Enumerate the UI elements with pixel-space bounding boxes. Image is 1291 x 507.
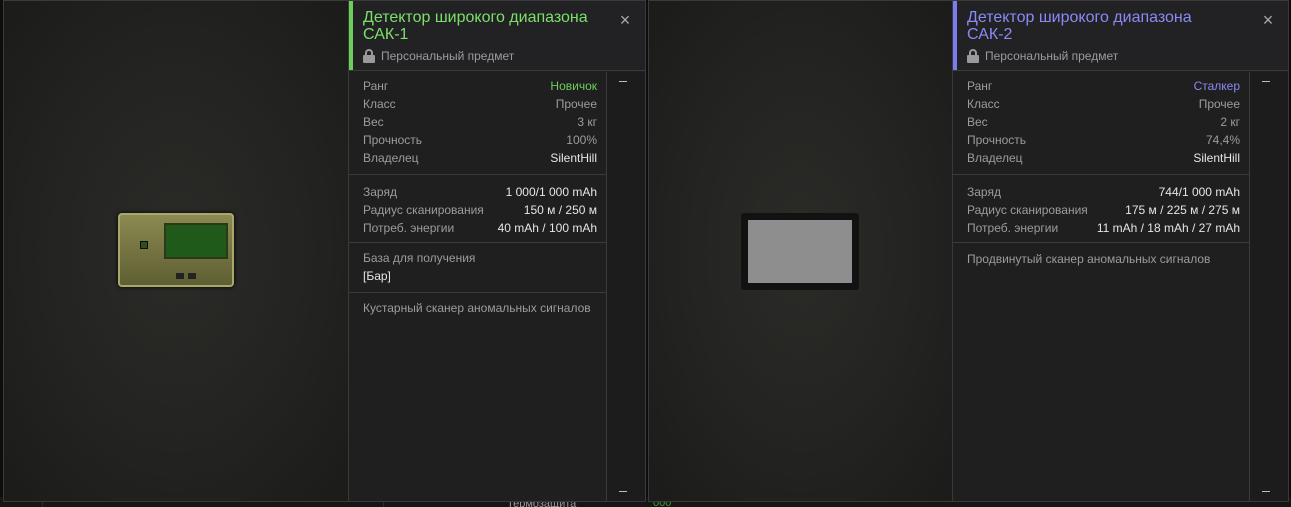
scroll-up-icon[interactable] <box>1262 81 1270 82</box>
param-row-scan-radius: Радиус сканирования 175 м / 225 м / 275 м <box>967 203 1240 217</box>
stat-row-weight: Вес 2 кг <box>967 115 1240 129</box>
scroll-up-icon[interactable] <box>619 81 627 82</box>
param-row-charge: Заряд 1 000/1 000 mAh <box>363 185 597 199</box>
param-row-charge: Заряд 744/1 000 mAh <box>967 185 1240 199</box>
stat-row-owner: Владелец SilentHill <box>967 151 1240 165</box>
detector-image <box>118 213 234 287</box>
scrollbar[interactable] <box>606 72 645 501</box>
item-details-panel: Детектор широкого диапазона САК-1 × Перс… <box>348 1 645 501</box>
param-row-energy: Потреб. энергии 40 mAh / 100 mAh <box>363 221 597 235</box>
item-title: Детектор широкого диапазона САК-1 <box>363 9 588 43</box>
close-icon[interactable]: × <box>1261 11 1275 29</box>
stat-row-weight: Вес 3 кг <box>363 115 597 129</box>
lock-icon <box>967 49 979 63</box>
item-header: Детектор широкого диапазона САК-1 × Перс… <box>349 1 645 71</box>
item-preview <box>649 1 952 501</box>
item-title: Детектор широкого диапазона САК-2 <box>967 9 1192 43</box>
base-section: База для получения [Бар] <box>349 243 607 293</box>
scroll-down-icon[interactable] <box>619 491 627 492</box>
stat-row-class: Класс Прочее <box>967 97 1240 111</box>
personal-item-tag: Персональный предмет <box>363 49 514 63</box>
stat-row-owner: Владелец SilentHill <box>363 151 597 165</box>
param-row-energy: Потреб. энергии 11 mAh / 18 mAh / 27 mAh <box>967 221 1240 235</box>
detector-image <box>741 213 859 290</box>
personal-item-tag: Персональный предмет <box>967 49 1118 63</box>
stat-row-class: Класс Прочее <box>363 97 597 111</box>
item-info-window-sak1: Детектор широкого диапазона САК-1 × Перс… <box>3 0 646 502</box>
lock-icon <box>363 49 375 63</box>
close-icon[interactable]: × <box>618 11 632 29</box>
rank-accent-bar <box>953 1 957 70</box>
stats-section: Ранг Новичок Класс Прочее Вес 3 кг Прочност… <box>349 72 607 175</box>
stat-row-rank: Ранг Новичок <box>363 79 597 93</box>
stat-row-rank: Ранг Сталкер <box>967 79 1240 93</box>
item-info-window-sak2: Детектор широкого диапазона САК-2 × Перс… <box>648 0 1289 502</box>
item-stats: Ранг Сталкер Класс Прочее Вес 2 кг Прочност… <box>953 72 1251 501</box>
item-preview <box>4 1 348 501</box>
stat-row-durability: Прочность 74,4% <box>967 133 1240 147</box>
item-stats: Ранг Новичок Класс Прочее Вес 3 кг Прочност… <box>349 72 607 501</box>
stat-row-durability: Прочность 100% <box>363 133 597 147</box>
params-section: Заряд 1 000/1 000 mAh Радиус сканирования… <box>349 175 607 243</box>
scroll-down-icon[interactable] <box>1262 491 1270 492</box>
params-section: Заряд 744/1 000 mAh Радиус сканирования 17… <box>953 175 1251 243</box>
base-value: [Бар] <box>363 269 391 283</box>
item-details-panel: Детектор широкого диапазона САК-2 × Перс… <box>952 1 1288 501</box>
stats-section: Ранг Сталкер Класс Прочее Вес 2 кг Прочност… <box>953 72 1251 175</box>
item-description: Продвинутый сканер аномальных сигналов <box>967 252 1211 266</box>
rank-accent-bar <box>349 1 353 70</box>
param-row-scan-radius: Радиус сканирования 150 м / 250 м <box>363 203 597 217</box>
scrollbar[interactable] <box>1249 72 1288 501</box>
base-label: База для получения <box>363 251 476 265</box>
item-header: Детектор широкого диапазона САК-2 × Перс… <box>953 1 1288 71</box>
item-description: Кустарный сканер аномальных сигналов <box>363 301 591 315</box>
